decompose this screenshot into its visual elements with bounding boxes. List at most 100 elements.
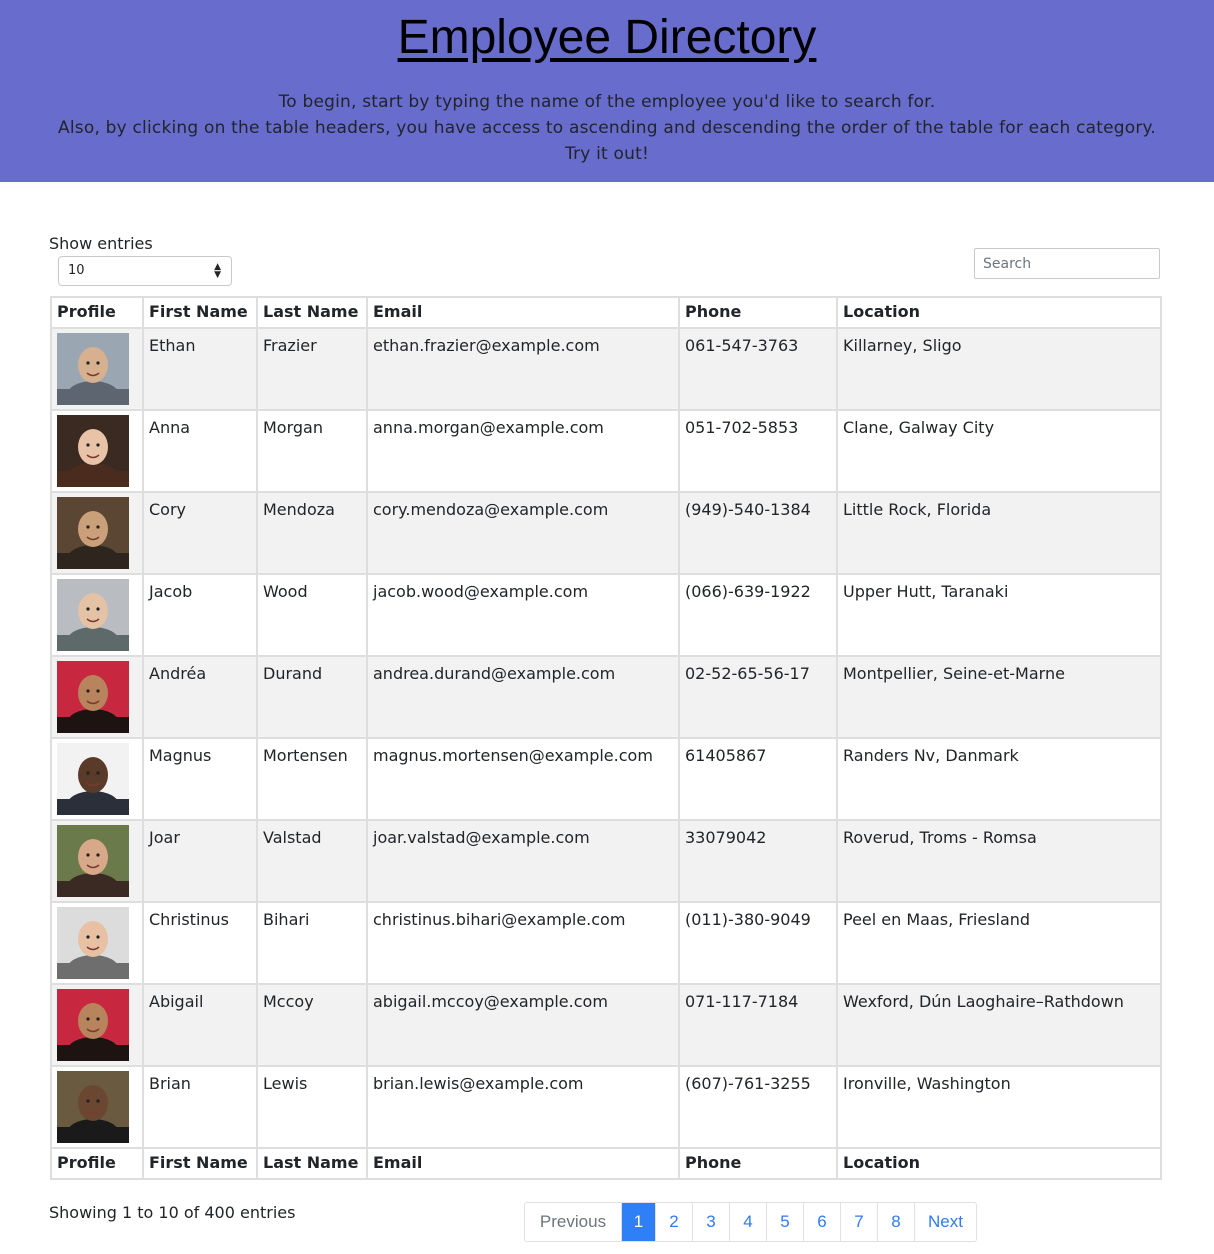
intro-text: To begin, start by typing the name of th…	[0, 89, 1214, 167]
page-title: Employee Directory	[397, 11, 817, 64]
location-cell: Little Rock, Florida	[836, 491, 1162, 575]
intro-line: Also, by clicking on the table headers, …	[58, 118, 1156, 138]
location-cell: Clane, Galway City	[836, 409, 1162, 493]
column-header-email[interactable]: Email	[366, 296, 680, 329]
first-name-cell: Anna	[142, 409, 258, 493]
employee-table: Profile First Name Last Name Email Phone…	[50, 296, 1162, 1180]
email-cell: andrea.durand@example.com	[366, 655, 680, 739]
location-cell: Killarney, Sligo	[836, 327, 1162, 411]
last-name-cell: Mendoza	[256, 491, 368, 575]
profile-cell	[50, 409, 144, 493]
email-cell: joar.valstad@example.com	[366, 819, 680, 903]
first-name-cell: Jacob	[142, 573, 258, 657]
avatar	[57, 825, 129, 897]
select-arrows-icon: ▲ ▼	[214, 262, 221, 280]
pagination: Previous 1 2 3 4 5 6 7 8 Next	[524, 1202, 977, 1242]
column-footer-last-name: Last Name	[256, 1147, 368, 1180]
phone-cell: (949)-540-1384	[678, 491, 838, 575]
column-header-phone[interactable]: Phone	[678, 296, 838, 329]
page-button-8[interactable]: 8	[877, 1203, 914, 1241]
column-header-location[interactable]: Location	[836, 296, 1162, 329]
phone-cell: 33079042	[678, 819, 838, 903]
avatar	[57, 743, 129, 815]
profile-cell	[50, 573, 144, 657]
phone-cell: (066)-639-1922	[678, 573, 838, 657]
table-info: Showing 1 to 10 of 400 entries	[49, 1203, 296, 1222]
avatar	[57, 497, 129, 569]
location-cell: Ironville, Washington	[836, 1065, 1162, 1149]
email-cell: anna.morgan@example.com	[366, 409, 680, 493]
table-row: Christinus Bihari christinus.bihari@exampl…	[50, 901, 1162, 985]
phone-cell: 061-547-3763	[678, 327, 838, 411]
page-button-7[interactable]: 7	[840, 1203, 877, 1241]
profile-cell	[50, 655, 144, 739]
phone-cell: (011)-380-9049	[678, 901, 838, 985]
last-name-cell: Lewis	[256, 1065, 368, 1149]
profile-cell	[50, 983, 144, 1067]
table-row: Brian Lewis brian.lewis@example.com (607)-7…	[50, 1065, 1162, 1149]
column-footer-email: Email	[366, 1147, 680, 1180]
page-button-1[interactable]: 1	[621, 1203, 655, 1241]
page-header: Employee Directory To begin, start by ty…	[0, 0, 1214, 182]
column-header-last-name[interactable]: Last Name	[256, 296, 368, 329]
location-cell: Roverud, Troms - Romsa	[836, 819, 1162, 903]
table-row: Cory Mendoza cory.mendoza@example.com (949)…	[50, 491, 1162, 575]
avatar	[57, 907, 129, 979]
last-name-cell: Morgan	[256, 409, 368, 493]
intro-line: To begin, start by typing the name of th…	[278, 92, 936, 112]
email-cell: brian.lewis@example.com	[366, 1065, 680, 1149]
intro-line: Try it out!	[565, 144, 649, 164]
column-header-first-name[interactable]: First Name	[142, 296, 258, 329]
email-cell: ethan.frazier@example.com	[366, 327, 680, 411]
page-button-2[interactable]: 2	[655, 1203, 692, 1241]
page-button-6[interactable]: 6	[803, 1203, 840, 1241]
phone-cell: 61405867	[678, 737, 838, 821]
table-header-row: Profile First Name Last Name Email Phone…	[50, 296, 1162, 329]
email-cell: christinus.bihari@example.com	[366, 901, 680, 985]
phone-cell: 051-702-5853	[678, 409, 838, 493]
last-name-cell: Durand	[256, 655, 368, 739]
location-cell: Upper Hutt, Taranaki	[836, 573, 1162, 657]
location-cell: Wexford, Dún Laoghaire–Rathdown	[836, 983, 1162, 1067]
last-name-cell: Frazier	[256, 327, 368, 411]
next-page-button[interactable]: Next	[914, 1203, 976, 1241]
table-row: Andréa Durand andrea.durand@example.com 02-…	[50, 655, 1162, 739]
table-row: Magnus Mortensen magnus.mortensen@example.…	[50, 737, 1162, 821]
email-cell: jacob.wood@example.com	[366, 573, 680, 657]
profile-cell	[50, 491, 144, 575]
table-footer-row: Profile First Name Last Name Email Phone…	[50, 1147, 1162, 1180]
last-name-cell: Mccoy	[256, 983, 368, 1067]
avatar	[57, 661, 129, 733]
first-name-cell: Magnus	[142, 737, 258, 821]
search-input[interactable]	[974, 248, 1160, 279]
profile-cell	[50, 737, 144, 821]
column-footer-profile: Profile	[50, 1147, 144, 1180]
profile-cell	[50, 819, 144, 903]
first-name-cell: Cory	[142, 491, 258, 575]
avatar	[57, 579, 129, 651]
first-name-cell: Ethan	[142, 327, 258, 411]
last-name-cell: Wood	[256, 573, 368, 657]
table-row: Abigail Mccoy abigail.mccoy@example.com 071…	[50, 983, 1162, 1067]
email-cell: magnus.mortensen@example.com	[366, 737, 680, 821]
first-name-cell: Christinus	[142, 901, 258, 985]
table-row: Anna Morgan anna.morgan@example.com 051-702…	[50, 409, 1162, 493]
last-name-cell: Valstad	[256, 819, 368, 903]
previous-page-button[interactable]: Previous	[525, 1203, 621, 1241]
column-footer-location: Location	[836, 1147, 1162, 1180]
email-cell: abigail.mccoy@example.com	[366, 983, 680, 1067]
phone-cell: 02-52-65-56-17	[678, 655, 838, 739]
page-button-5[interactable]: 5	[766, 1203, 803, 1241]
profile-cell	[50, 327, 144, 411]
page-button-3[interactable]: 3	[692, 1203, 729, 1241]
column-header-profile[interactable]: Profile	[50, 296, 144, 329]
column-footer-first-name: First Name	[142, 1147, 258, 1180]
page-button-4[interactable]: 4	[729, 1203, 766, 1241]
first-name-cell: Brian	[142, 1065, 258, 1149]
avatar	[57, 333, 129, 405]
entries-select-value: 10	[68, 263, 85, 278]
entries-select[interactable]: 10 ▲ ▼	[58, 256, 232, 286]
last-name-cell: Bihari	[256, 901, 368, 985]
table-row: Joar Valstad joar.valstad@example.com 33079…	[50, 819, 1162, 903]
show-entries-label: Show entries	[49, 234, 153, 253]
